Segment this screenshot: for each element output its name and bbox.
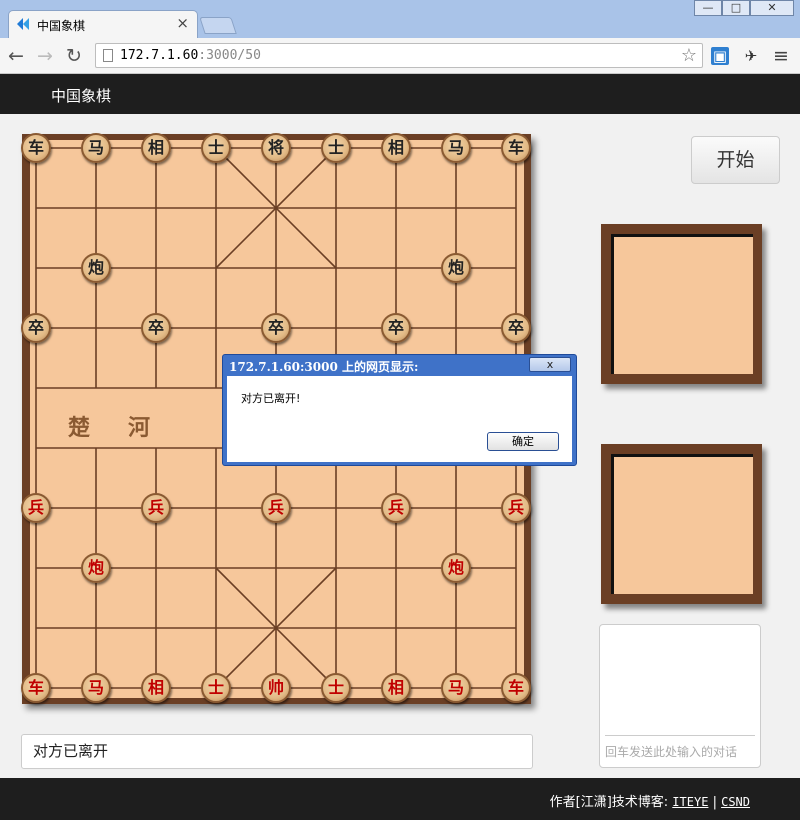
piece-black-soldier[interactable]: 卒 [141,313,171,343]
piece-black-cannon[interactable]: 炮 [441,253,471,283]
piece-black-soldier[interactable]: 卒 [501,313,531,343]
footer-credits: 作者[江潇]技术博客: ITEYE | CSND [550,791,750,810]
window-close-button[interactable]: ✕ [750,0,794,16]
piece-red-horse[interactable]: 马 [441,673,471,703]
start-button[interactable]: 开始 [691,136,780,184]
minimize-button[interactable]: — [694,0,722,16]
piece-red-soldier[interactable]: 兵 [21,493,51,523]
app-navbar: 中国象棋 [0,74,800,114]
dialog-close-button[interactable]: x [529,357,571,372]
piece-red-soldier[interactable]: 兵 [381,493,411,523]
piece-black-advisor[interactable]: 士 [201,133,231,163]
footer-author: 作者[江潇]技术博客: [549,795,669,810]
status-message-field: 对方已离开 [21,734,533,769]
menu-icon[interactable]: ≡ [772,47,790,66]
piece-red-cannon[interactable]: 炮 [81,553,111,583]
dialog-ok-button[interactable]: 确定 [487,432,559,451]
forward-icon[interactable]: → [37,45,53,67]
player-panel-inner [611,454,753,594]
piece-black-soldier[interactable]: 卒 [381,313,411,343]
piece-black-cannon[interactable]: 炮 [81,253,111,283]
piece-black-elephant[interactable]: 相 [381,133,411,163]
player-panel [601,444,762,604]
footer-link-iteye[interactable]: ITEYE [672,795,708,809]
url-path: :3000/50 [198,48,261,63]
app-brand[interactable]: 中国象棋 [51,85,111,106]
chat-divider [605,735,755,736]
browser-toolbar: ← → ↻ 172.7.1.60:3000/50 ☆ ▣ ✈ ≡ [0,38,800,74]
browser-tab-strip: 中国象棋 × — □ ✕ [0,0,800,38]
piece-black-soldier[interactable]: 卒 [21,313,51,343]
dialog-title: 172.7.1.60:3000 上的网页显示: [229,360,419,374]
extension-image-icon[interactable]: ▣ [711,47,729,65]
piece-red-horse[interactable]: 马 [81,673,111,703]
opponent-panel-inner [611,234,753,374]
piece-black-horse[interactable]: 马 [81,133,111,163]
piece-red-elephant[interactable]: 相 [141,673,171,703]
alert-dialog: 172.7.1.60:3000 上的网页显示: x 对方已离开! 确定 [222,354,577,466]
piece-black-elephant[interactable]: 相 [141,133,171,163]
river-label-he: 河 [128,415,151,441]
piece-red-elephant[interactable]: 相 [381,673,411,703]
chat-area[interactable]: 回车发送此处输入的对话 [599,624,761,768]
piece-black-horse[interactable]: 马 [441,133,471,163]
maximize-button[interactable]: □ [722,0,750,16]
piece-red-advisor[interactable]: 士 [201,673,231,703]
opponent-panel [601,224,762,384]
piece-black-chariot[interactable]: 车 [501,133,531,163]
footer-link-csnd[interactable]: CSND [721,795,750,809]
dialog-message: 对方已离开! [241,392,301,405]
page-icon [103,49,113,62]
extension-bird-icon[interactable]: ✈ [742,47,760,65]
piece-red-soldier[interactable]: 兵 [501,493,531,523]
address-bar[interactable]: 172.7.1.60:3000/50 ☆ [95,43,703,68]
site-favicon-icon [17,18,29,30]
window-controls: — □ ✕ [694,0,794,18]
url-host: 172.7.1.60 [120,48,199,63]
piece-black-advisor[interactable]: 士 [321,133,351,163]
piece-red-soldier[interactable]: 兵 [261,493,291,523]
piece-black-general[interactable]: 将 [261,133,291,163]
river-label-chu: 楚 [68,415,91,441]
piece-red-cannon[interactable]: 炮 [441,553,471,583]
dialog-body: 对方已离开! 确定 [227,376,572,462]
new-tab-button[interactable] [199,17,237,34]
piece-black-soldier[interactable]: 卒 [261,313,291,343]
browser-tab[interactable]: 中国象棋 × [8,10,198,38]
piece-red-advisor[interactable]: 士 [321,673,351,703]
chat-input-placeholder[interactable]: 回车发送此处输入的对话 [605,743,737,760]
piece-red-chariot[interactable]: 车 [21,673,51,703]
reload-icon[interactable]: ↻ [66,45,82,67]
bookmark-star-icon[interactable]: ☆ [681,45,697,66]
piece-red-chariot[interactable]: 车 [501,673,531,703]
page-footer: 作者[江潇]技术博客: ITEYE | CSND [0,778,800,820]
piece-red-general[interactable]: 帅 [261,673,291,703]
url-text: 172.7.1.60:3000/50 [120,48,261,63]
footer-separator: | [712,795,717,810]
back-icon[interactable]: ← [8,45,24,67]
tab-close-icon[interactable]: × [176,14,189,32]
tab-title: 中国象棋 [37,19,86,33]
piece-red-soldier[interactable]: 兵 [141,493,171,523]
piece-black-chariot[interactable]: 车 [21,133,51,163]
